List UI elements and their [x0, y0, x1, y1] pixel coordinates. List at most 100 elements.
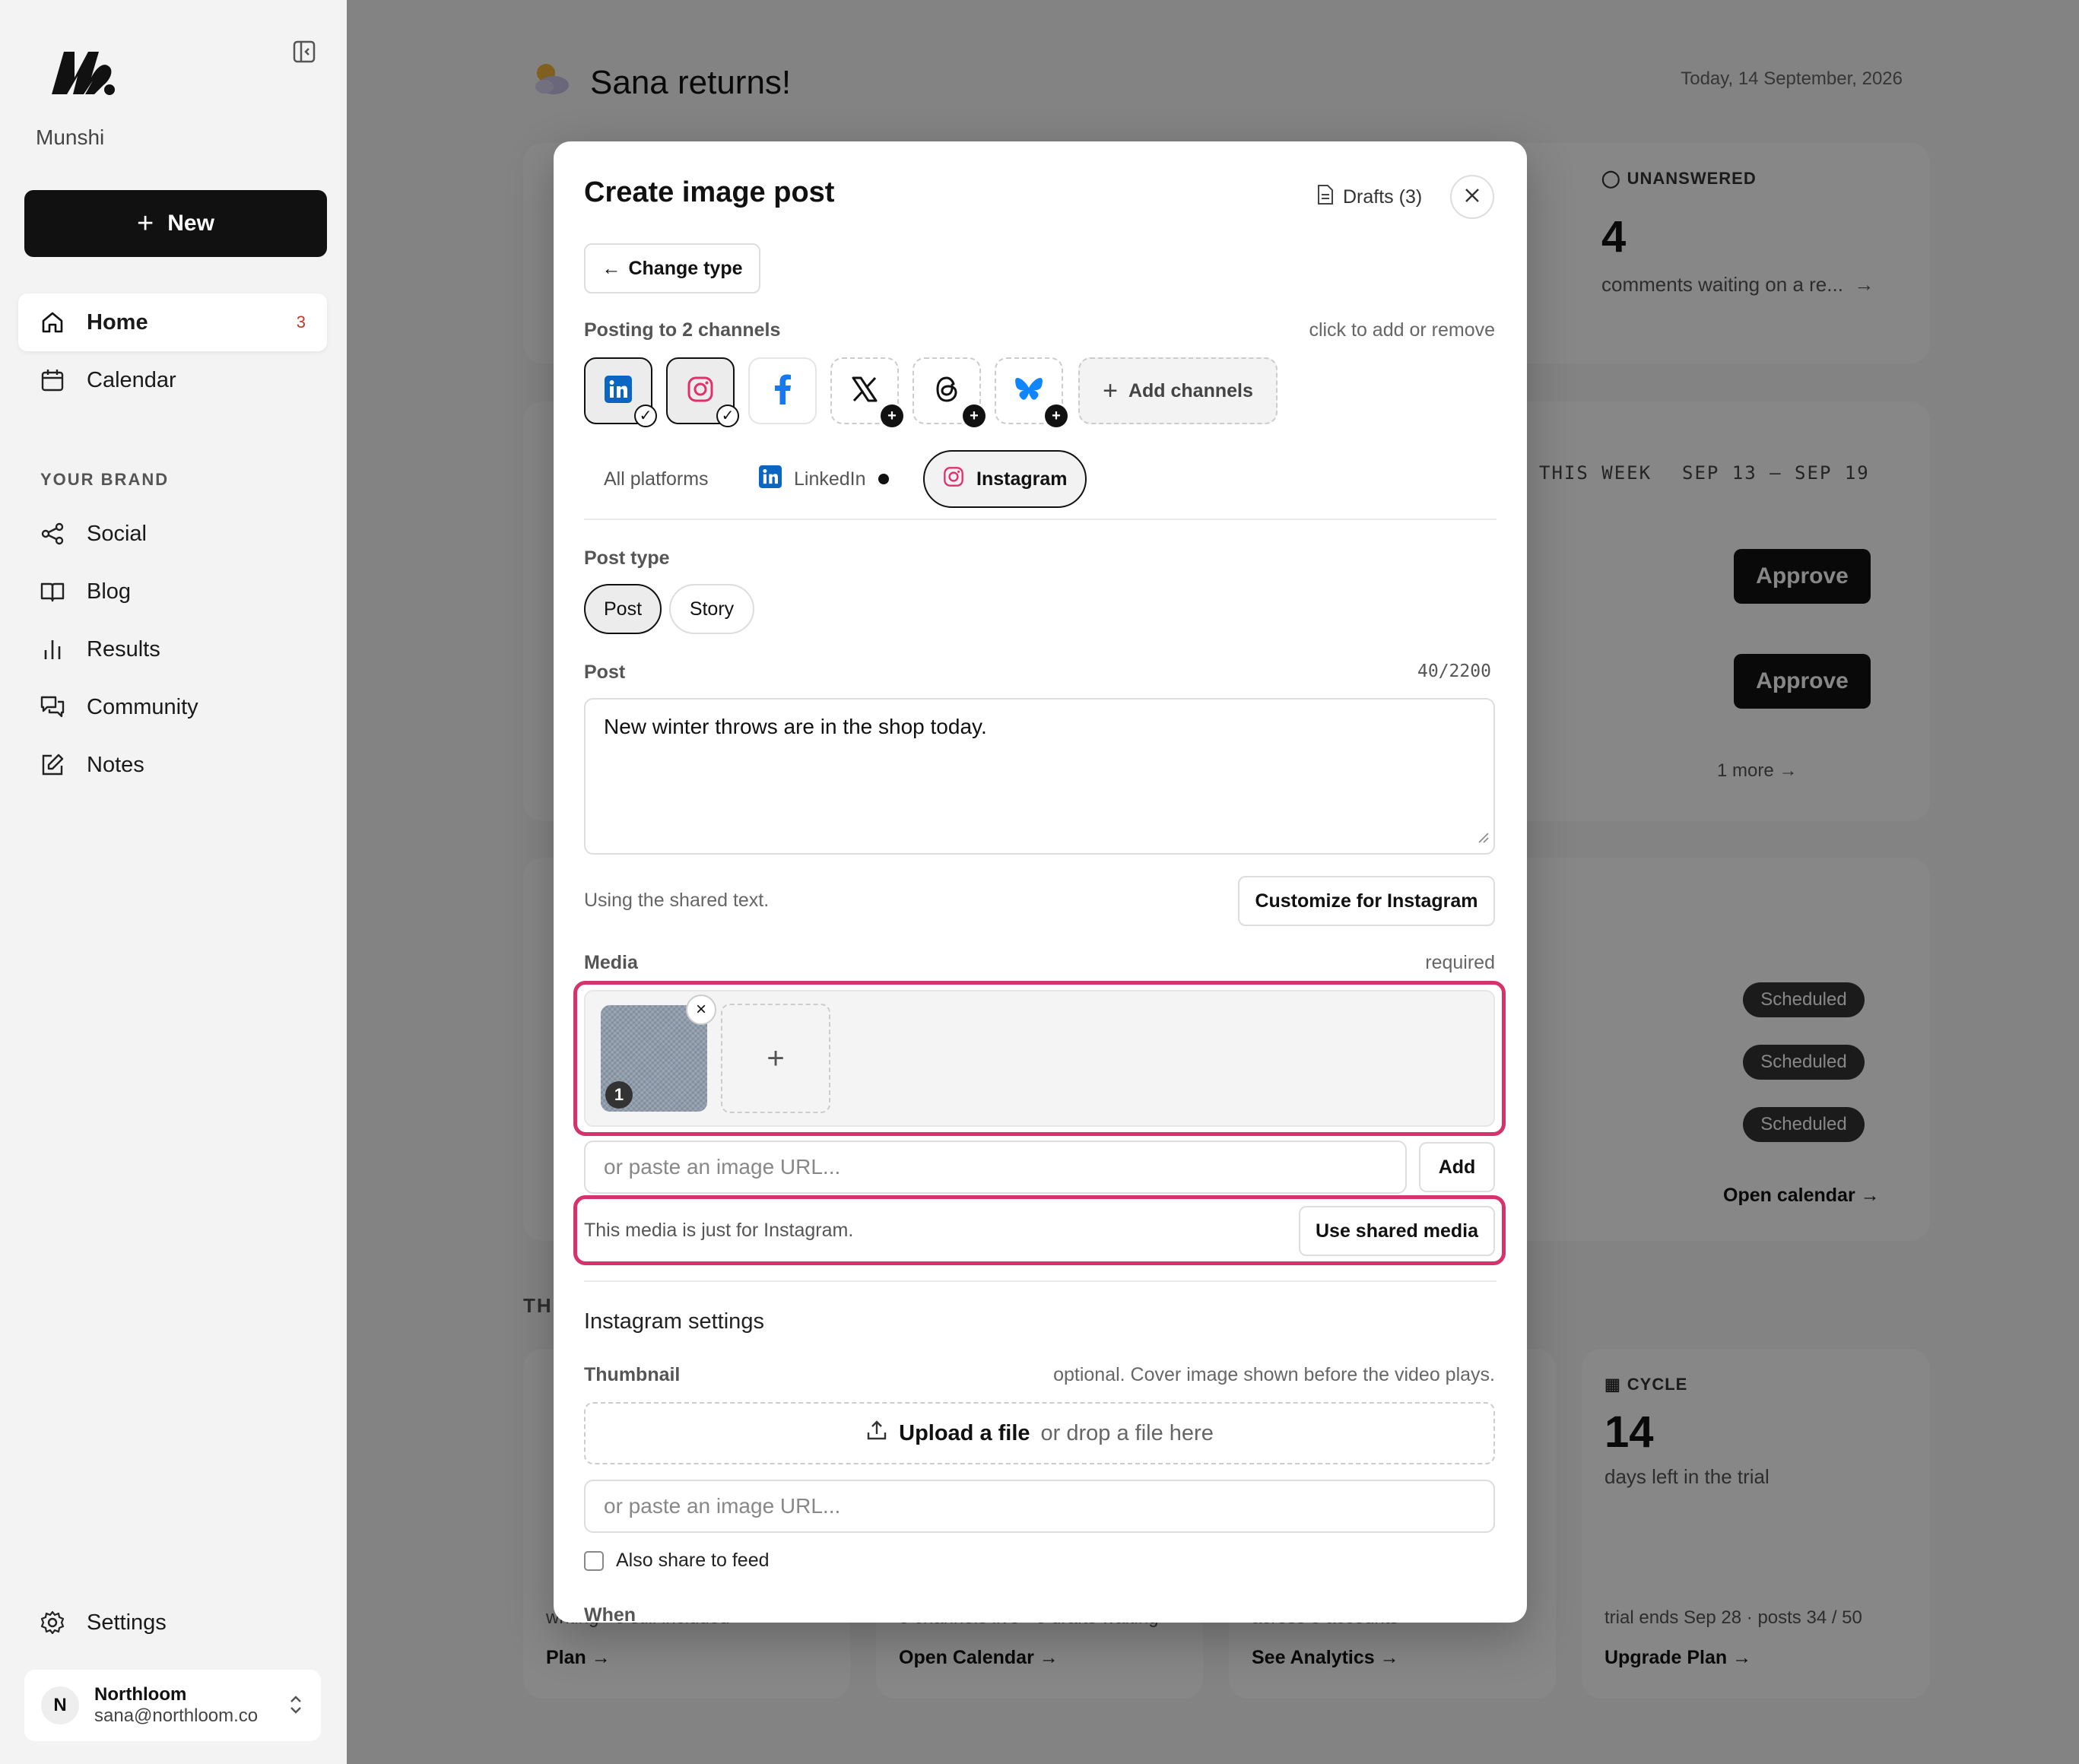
- create-image-post-modal: Create image post Drafts (3) ← Change ty…: [554, 141, 1527, 1623]
- media-label: Media: [584, 952, 638, 973]
- modal-title: Create image post: [584, 176, 835, 208]
- share-to-feed-label: Also share to feed: [616, 1550, 770, 1571]
- post-type-label: Post type: [584, 547, 670, 569]
- image-url-input[interactable]: [584, 1141, 1407, 1194]
- sidebar-item-label: Settings: [87, 1610, 167, 1635]
- use-shared-media-button[interactable]: Use shared media: [1299, 1206, 1495, 1256]
- edit-note-icon: [40, 752, 65, 778]
- unsaved-dot-icon: [878, 474, 889, 484]
- channel-linkedin[interactable]: ✓: [584, 357, 657, 427]
- change-type-button[interactable]: ← Change type: [584, 243, 760, 293]
- sidebar-item-label: Home: [87, 309, 148, 335]
- posting-to-label: Posting to 2 channels: [584, 319, 781, 341]
- sidebar: Munshi + New Home 3 Calendar YOUR BRAND …: [0, 0, 347, 1764]
- bar-chart-icon: [40, 636, 65, 662]
- share-icon: [40, 521, 65, 547]
- add-channels-label: Add channels: [1128, 379, 1253, 401]
- posting-hint: click to add or remove: [1309, 319, 1495, 341]
- sidebar-item-home[interactable]: Home 3: [18, 293, 327, 351]
- divider: [584, 1280, 1497, 1282]
- chat-bubbles-icon: [40, 694, 65, 720]
- sidebar-item-results[interactable]: Results: [18, 620, 327, 678]
- section-label-your-brand: YOUR BRAND: [40, 470, 170, 489]
- post-type-story[interactable]: Story: [669, 584, 754, 634]
- instagram-icon: [687, 376, 714, 407]
- thumbnail-hint: optional. Cover image shown before the v…: [1053, 1364, 1495, 1385]
- remove-media-button[interactable]: ×: [686, 995, 716, 1025]
- collapse-sidebar-icon[interactable]: [293, 40, 316, 63]
- channel-x[interactable]: +: [830, 357, 903, 427]
- sidebar-item-community[interactable]: Community: [18, 678, 327, 736]
- thumbnail-upload-dropzone[interactable]: Upload a file or drop a file here: [584, 1402, 1495, 1464]
- sidebar-item-social[interactable]: Social: [18, 505, 327, 563]
- tab-label: LinkedIn: [794, 468, 866, 490]
- character-counter: 40/2200: [1417, 662, 1491, 681]
- linkedin-icon: [605, 375, 632, 407]
- add-media-tile[interactable]: +: [721, 1004, 830, 1113]
- munshi-logo: [49, 47, 117, 101]
- share-to-feed-checkbox[interactable]: [584, 1550, 604, 1571]
- tab-instagram[interactable]: Instagram: [923, 450, 1087, 508]
- media-notice: This media is just for Instagram.: [584, 1220, 854, 1241]
- post-type-post[interactable]: Post: [584, 584, 662, 634]
- channel-facebook[interactable]: [748, 357, 817, 424]
- add-url-button[interactable]: Add: [1419, 1142, 1495, 1192]
- drafts-label: Drafts (3): [1343, 186, 1423, 208]
- account-switcher[interactable]: N Northloom sana@northloom.co: [24, 1670, 321, 1741]
- x-icon: [852, 376, 878, 406]
- tab-all-platforms[interactable]: All platforms: [604, 450, 709, 508]
- sidebar-item-label: Notes: [87, 752, 144, 777]
- tab-label: Instagram: [976, 468, 1068, 490]
- resize-handle-icon[interactable]: [1477, 824, 1489, 849]
- chevron-up-down-icon: [287, 1693, 304, 1721]
- bluesky-icon: [1014, 376, 1043, 406]
- add-channels-button[interactable]: + Add channels: [1078, 357, 1278, 424]
- tab-linkedin[interactable]: LinkedIn: [759, 450, 889, 508]
- thumbnail-url-input[interactable]: [584, 1480, 1495, 1533]
- channel-instagram[interactable]: ✓: [666, 357, 739, 427]
- sidebar-item-label: Calendar: [87, 367, 176, 392]
- close-modal-button[interactable]: [1450, 175, 1494, 219]
- close-icon: [1464, 187, 1481, 208]
- share-to-feed-row[interactable]: Also share to feed: [584, 1550, 770, 1572]
- sidebar-item-settings[interactable]: Settings: [18, 1594, 327, 1651]
- brand-name: Munshi: [36, 125, 105, 149]
- plus-icon: +: [881, 405, 903, 427]
- drafts-button[interactable]: Drafts (3): [1317, 184, 1422, 211]
- sidebar-item-blog[interactable]: Blog: [18, 563, 327, 620]
- account-name: Northloom: [94, 1684, 187, 1705]
- channel-threads[interactable]: +: [913, 357, 986, 427]
- close-icon: ×: [695, 999, 706, 1020]
- media-required: required: [1425, 952, 1495, 973]
- sidebar-item-label: Community: [87, 694, 198, 719]
- account-email: sana@northloom.co: [94, 1705, 259, 1726]
- plus-icon: +: [767, 1041, 785, 1075]
- new-button[interactable]: + New: [24, 190, 327, 257]
- plus-icon: +: [963, 405, 986, 427]
- instagram-icon: [943, 466, 964, 493]
- thumbnail-label: Thumbnail: [584, 1364, 681, 1385]
- sidebar-item-label: Results: [87, 636, 160, 662]
- customize-for-instagram-button[interactable]: Customize for Instagram: [1238, 876, 1495, 926]
- upload-file-link[interactable]: Upload a file: [899, 1421, 1030, 1446]
- shared-text-note: Using the shared text.: [584, 890, 770, 911]
- channel-bluesky[interactable]: +: [995, 357, 1068, 427]
- sidebar-item-calendar[interactable]: Calendar: [18, 351, 327, 409]
- plus-icon: +: [1103, 376, 1118, 405]
- gear-icon: [40, 1610, 65, 1636]
- instagram-settings-heading: Instagram settings: [584, 1309, 764, 1334]
- check-icon: ✓: [634, 405, 657, 427]
- book-icon: [40, 579, 65, 604]
- new-button-label: New: [167, 211, 214, 236]
- sidebar-item-notes[interactable]: Notes: [18, 736, 327, 794]
- divider: [584, 519, 1497, 520]
- drop-file-text: or drop a file here: [1040, 1420, 1214, 1445]
- calendar-icon: [40, 367, 65, 393]
- sidebar-item-label: Blog: [87, 579, 132, 604]
- document-icon: [1317, 184, 1334, 211]
- plus-icon: +: [1045, 405, 1068, 427]
- post-textarea[interactable]: New winter throws are in the shop today.: [584, 698, 1495, 855]
- tab-label: All platforms: [604, 468, 709, 490]
- post-text: New winter throws are in the shop today.: [604, 715, 987, 738]
- plus-icon: +: [137, 207, 154, 240]
